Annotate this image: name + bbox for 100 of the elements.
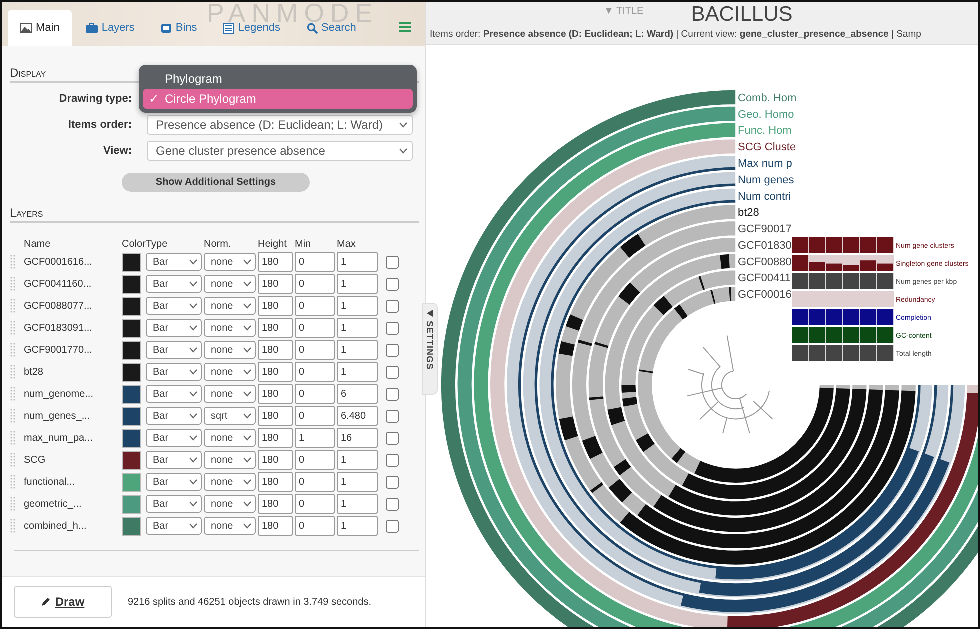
layer-checkbox[interactable] [386, 476, 399, 488]
min-input[interactable]: 0 [295, 516, 335, 536]
max-input[interactable]: 1 [337, 472, 378, 492]
select-field[interactable]: Gene cluster presence absence [147, 141, 413, 161]
type-select[interactable]: Bar [146, 319, 202, 337]
layer-checkbox[interactable] [386, 432, 399, 444]
type-select[interactable]: Bar [146, 473, 202, 491]
layer-checkbox[interactable] [386, 520, 399, 532]
norm-select[interactable]: none [204, 517, 256, 535]
layer-checkbox[interactable] [386, 410, 399, 422]
max-input[interactable]: 1 [337, 252, 378, 272]
select-field[interactable]: Presence absence (D: Euclidean; L: Ward) [147, 115, 413, 135]
min-input[interactable]: 0 [295, 340, 335, 360]
min-input[interactable]: 0 [295, 494, 335, 514]
height-input[interactable]: 180 [258, 252, 293, 272]
layer-checkbox[interactable] [386, 498, 399, 510]
color-swatch[interactable] [122, 516, 141, 536]
height-input[interactable]: 180 [258, 296, 293, 316]
layer-checkbox[interactable] [386, 278, 399, 290]
height-input[interactable]: 180 [258, 384, 293, 404]
type-select[interactable]: Bar [146, 495, 202, 513]
show-settings-button[interactable]: Show Additional Settings [122, 173, 310, 192]
min-input[interactable]: 0 [295, 406, 335, 426]
height-input[interactable]: 180 [258, 494, 293, 514]
drag-handle-icon[interactable] [10, 497, 16, 511]
max-input[interactable]: 6.480 [337, 406, 378, 426]
height-input[interactable]: 180 [258, 450, 293, 470]
layer-checkbox[interactable] [386, 388, 399, 400]
norm-select[interactable]: none [204, 495, 256, 513]
max-input[interactable]: 1 [337, 296, 378, 316]
layer-checkbox[interactable] [386, 322, 399, 334]
color-swatch[interactable] [122, 494, 141, 514]
norm-select[interactable]: none [204, 385, 256, 403]
settings-tab[interactable]: SETTINGS [422, 303, 438, 395]
norm-select[interactable]: none [204, 473, 256, 491]
drag-handle-icon[interactable] [10, 409, 16, 423]
norm-select[interactable]: sqrt [204, 407, 256, 425]
type-select[interactable]: Bar [146, 407, 202, 425]
drag-handle-icon[interactable] [10, 453, 16, 467]
color-swatch[interactable] [122, 274, 141, 294]
height-input[interactable]: 180 [258, 340, 293, 360]
color-swatch[interactable] [122, 252, 141, 272]
color-swatch[interactable] [122, 428, 141, 448]
height-input[interactable]: 180 [258, 428, 293, 448]
height-input[interactable]: 180 [258, 406, 293, 426]
layer-checkbox[interactable] [386, 344, 399, 356]
max-input[interactable]: 1 [337, 340, 378, 360]
height-input[interactable]: 180 [258, 516, 293, 536]
min-input[interactable]: 0 [295, 472, 335, 492]
color-swatch[interactable] [122, 472, 141, 492]
tab[interactable]: Layers [74, 10, 147, 46]
drag-handle-icon[interactable] [10, 321, 16, 335]
max-input[interactable]: 1 [337, 362, 378, 382]
min-input[interactable]: 0 [295, 362, 335, 382]
layer-checkbox[interactable] [386, 454, 399, 466]
tab[interactable]: Search [294, 10, 368, 46]
tab[interactable]: Main [8, 10, 72, 46]
max-input[interactable]: 1 [337, 274, 378, 294]
height-input[interactable]: 180 [258, 362, 293, 382]
min-input[interactable]: 0 [295, 384, 335, 404]
min-input[interactable]: 0 [295, 274, 335, 294]
max-input[interactable]: 1 [337, 450, 378, 470]
norm-select[interactable]: none [204, 275, 256, 293]
tab[interactable]: Bins [148, 10, 210, 46]
drag-handle-icon[interactable] [10, 431, 16, 445]
color-swatch[interactable] [122, 384, 141, 404]
layer-checkbox[interactable] [386, 366, 399, 378]
type-select[interactable]: Bar [146, 451, 202, 469]
layer-checkbox[interactable] [386, 256, 399, 268]
type-select[interactable]: Bar [146, 253, 202, 271]
norm-select[interactable]: none [204, 429, 256, 447]
drag-handle-icon[interactable] [10, 365, 16, 379]
type-select[interactable]: Bar [146, 385, 202, 403]
draw-button[interactable]: Draw [14, 586, 112, 618]
type-select[interactable]: Bar [146, 429, 202, 447]
type-select[interactable]: Bar [146, 297, 202, 315]
drag-handle-icon[interactable] [10, 475, 16, 489]
drag-handle-icon[interactable] [10, 255, 16, 269]
type-select[interactable]: Bar [146, 341, 202, 359]
max-input[interactable]: 6 [337, 384, 378, 404]
min-input[interactable]: 1 [295, 428, 335, 448]
norm-select[interactable]: none [204, 297, 256, 315]
max-input[interactable]: 16 [337, 428, 378, 448]
norm-select[interactable]: none [204, 363, 256, 381]
type-select[interactable]: Bar [146, 275, 202, 293]
layer-checkbox[interactable] [386, 300, 399, 312]
drag-handle-icon[interactable] [10, 387, 16, 401]
height-input[interactable]: 180 [258, 318, 293, 338]
norm-select[interactable]: none [204, 341, 256, 359]
drag-handle-icon[interactable] [10, 277, 16, 291]
color-swatch[interactable] [122, 296, 141, 316]
drag-handle-icon[interactable] [10, 299, 16, 313]
tab[interactable]: Legends [211, 10, 292, 46]
min-input[interactable]: 0 [295, 296, 335, 316]
min-input[interactable]: 0 [295, 450, 335, 470]
color-swatch[interactable] [122, 340, 141, 360]
color-swatch[interactable] [122, 450, 141, 470]
height-input[interactable]: 180 [258, 472, 293, 492]
max-input[interactable]: 1 [337, 494, 378, 514]
max-input[interactable]: 1 [337, 318, 378, 338]
